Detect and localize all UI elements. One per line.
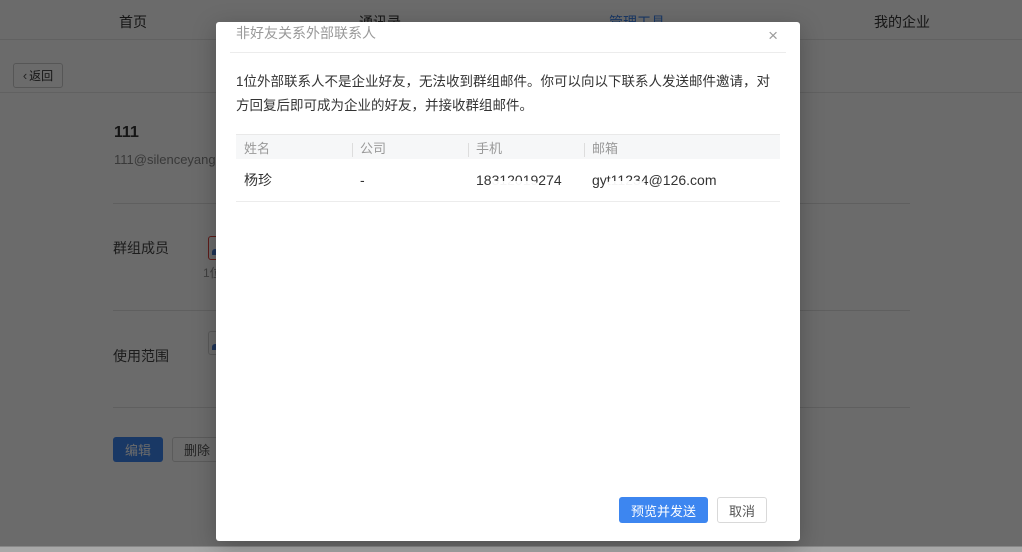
app-window: 首页 通讯录 管理工具 我的企业 ‹ 返回 111 111@silenceyan… — [0, 0, 1022, 552]
column-header-company: 公司 — [352, 138, 468, 157]
external-contacts-dialog: 非好友关系外部联系人 × 1位外部联系人不是企业好友，无法收到群组邮件。你可以向… — [216, 22, 800, 541]
privacy-blur — [606, 181, 646, 188]
spacer — [236, 202, 780, 497]
cell-phone: 18312019274 — [468, 172, 584, 188]
dialog-description: 1位外部联系人不是企业好友，无法收到群组邮件。你可以向以下联系人发送邮件邀请，对… — [236, 70, 780, 118]
cancel-button[interactable]: 取消 — [717, 497, 767, 523]
cell-company: - — [352, 172, 468, 188]
table-header-row: 姓名 公司 手机 邮箱 — [236, 135, 780, 159]
column-header-phone: 手机 — [468, 138, 584, 157]
dialog-header: 非好友关系外部联系人 × — [230, 22, 786, 53]
cell-name: 杨珍 — [236, 170, 352, 190]
cell-email: gyt11234@126.com — [584, 172, 780, 188]
column-header-email: 邮箱 — [584, 138, 780, 157]
dialog-footer: 预览并发送 取消 — [236, 497, 780, 541]
contacts-table: 姓名 公司 手机 邮箱 杨珍 - 18312019274 gyt11234@12… — [236, 134, 780, 202]
dialog-body: 1位外部联系人不是企业好友，无法收到群组邮件。你可以向以下联系人发送邮件邀请，对… — [216, 53, 800, 541]
privacy-blur — [490, 181, 538, 188]
window-bottom-edge — [0, 546, 1022, 552]
preview-and-send-button[interactable]: 预览并发送 — [619, 497, 708, 523]
table-row: 杨珍 - 18312019274 gyt11234@126.com — [236, 159, 780, 202]
column-header-name: 姓名 — [236, 138, 352, 157]
dialog-title: 非好友关系外部联系人 — [236, 23, 376, 43]
close-icon[interactable]: × — [766, 29, 780, 43]
